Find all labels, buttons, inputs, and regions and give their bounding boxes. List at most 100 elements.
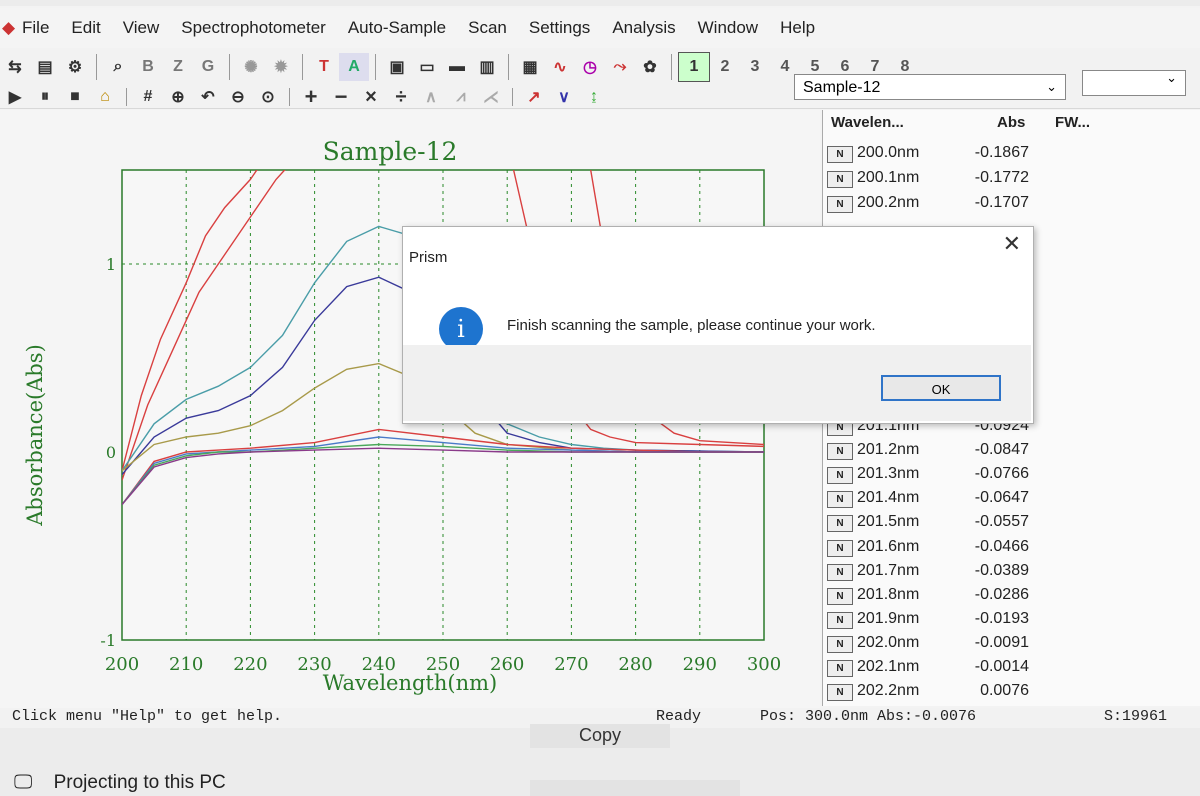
- table-row[interactable]: N 200.2nm -0.1707: [823, 192, 1200, 216]
- divide-icon[interactable]: ÷: [386, 86, 416, 108]
- text-T-icon[interactable]: T: [309, 53, 339, 81]
- partial-button[interactable]: [530, 780, 740, 796]
- printer-icon[interactable]: ▤: [30, 53, 60, 81]
- gain-icon[interactable]: G: [193, 53, 223, 81]
- channel-2[interactable]: 2: [710, 53, 740, 81]
- zero-icon[interactable]: Z: [163, 53, 193, 81]
- channel-label: 2: [720, 58, 730, 75]
- table-row[interactable]: N 201.3nm -0.0766: [823, 463, 1200, 487]
- home-icon[interactable]: ⌂: [90, 87, 120, 107]
- bulb-icon[interactable]: ✹: [266, 53, 296, 81]
- peak-pick-icon[interactable]: ⩘: [446, 87, 476, 107]
- menu-window[interactable]: Window: [698, 18, 758, 38]
- menu-view[interactable]: View: [123, 18, 160, 38]
- row-abs: -0.1867: [974, 144, 1029, 161]
- table-row[interactable]: N 201.6nm -0.0466: [823, 536, 1200, 560]
- label-icon[interactable]: ↨: [579, 87, 609, 107]
- zoom-icon[interactable]: ⌕: [103, 53, 133, 81]
- ok-button[interactable]: OK: [881, 375, 1001, 401]
- col-header-fw[interactable]: FW...: [1055, 114, 1090, 131]
- times-icon[interactable]: ×: [356, 86, 386, 108]
- dialog-message: Finish scanning the sample, please conti…: [507, 317, 876, 334]
- info-dialog: Prism ✕ i Finish scanning the sample, pl…: [402, 226, 1034, 424]
- toolbar-separator: [375, 54, 376, 80]
- status-serial: S:19961: [1104, 708, 1168, 725]
- plus-icon[interactable]: +: [296, 84, 326, 109]
- play-icon[interactable]: ▶: [0, 87, 30, 107]
- table-row[interactable]: N 201.9nm -0.0193: [823, 608, 1200, 632]
- channel-label: 3: [750, 58, 760, 75]
- lamp-icon[interactable]: ✺: [236, 53, 266, 81]
- gear-icon[interactable]: ✿: [635, 53, 665, 81]
- table-row[interactable]: N 202.2nm 0.0076: [823, 680, 1200, 704]
- undo-icon[interactable]: ↶: [193, 87, 223, 107]
- chart-icon[interactable]: ∿: [545, 53, 575, 81]
- menu-scan[interactable]: Scan: [468, 18, 507, 38]
- baseline-icon[interactable]: B: [133, 53, 163, 81]
- zoom-reset-icon[interactable]: ⊙: [253, 87, 283, 107]
- stop-icon[interactable]: ■: [60, 87, 90, 107]
- connect-icon[interactable]: ⇆: [0, 53, 30, 81]
- pause-icon[interactable]: ⏸: [30, 87, 60, 107]
- row-abs: -0.0766: [974, 465, 1029, 483]
- channel-3[interactable]: 3: [740, 53, 770, 81]
- sample-select[interactable]: Sample-12 ⌄: [794, 74, 1066, 100]
- peak-icon[interactable]: ∧: [416, 87, 446, 107]
- zoom-out-icon[interactable]: ⊖: [223, 87, 253, 107]
- row-abs: -0.0193: [974, 609, 1029, 627]
- table-row[interactable]: N 200.1nm -0.1772: [823, 167, 1200, 191]
- valley-mark-icon[interactable]: ∨: [549, 87, 579, 107]
- minus-icon[interactable]: −: [326, 84, 356, 109]
- copy-button[interactable]: Copy: [530, 724, 670, 748]
- table-row[interactable]: N 201.7nm -0.0389: [823, 560, 1200, 584]
- monitor-icon: 🖵: [14, 772, 33, 793]
- table-row[interactable]: N 201.2nm -0.0847: [823, 439, 1200, 463]
- toolbar-separator: [512, 88, 513, 106]
- valley-icon[interactable]: ⋌: [476, 87, 506, 107]
- hash-icon[interactable]: #: [133, 87, 163, 107]
- secondary-select[interactable]: ⌄: [1082, 70, 1186, 96]
- grid-icon[interactable]: ▦: [515, 53, 545, 81]
- x-tick-label: 280: [618, 654, 652, 675]
- open-icon[interactable]: ▭: [412, 53, 442, 81]
- folder-icon[interactable]: ▬: [442, 53, 472, 81]
- row-wavelength: 201.4nm: [857, 489, 920, 507]
- table-row[interactable]: N 200.0nm -0.1867: [823, 142, 1200, 166]
- menu-file[interactable]: File: [22, 18, 49, 38]
- row-abs: -0.1772: [974, 169, 1029, 186]
- projecting-item[interactable]: 🖵 Projecting to this PC: [14, 772, 226, 794]
- menu-analysis[interactable]: Analysis: [612, 18, 675, 38]
- menu-help[interactable]: Help: [780, 18, 815, 38]
- text-A-icon[interactable]: A: [339, 53, 369, 81]
- row-abs: -0.0389: [974, 561, 1029, 579]
- menu-spectrophotometer[interactable]: Spectrophotometer: [181, 18, 326, 38]
- table-row[interactable]: N 201.5nm -0.0557: [823, 511, 1200, 535]
- col-header-abs[interactable]: Abs: [997, 114, 1025, 131]
- close-icon[interactable]: ✕: [1003, 231, 1021, 257]
- toolbar-separator: [671, 54, 672, 80]
- channel-1[interactable]: 1: [678, 52, 710, 82]
- table-row[interactable]: N 201.4nm -0.0647: [823, 487, 1200, 511]
- x-tick-label: 290: [683, 654, 717, 675]
- row-wavelength: 201.8nm: [857, 585, 920, 603]
- tool-icon[interactable]: ⤳: [605, 53, 635, 81]
- menu-settings[interactable]: Settings: [529, 18, 590, 38]
- peak-mark-icon[interactable]: ↗: [519, 87, 549, 107]
- table-row[interactable]: N 202.0nm -0.0091: [823, 632, 1200, 656]
- channel-label: 1: [689, 58, 699, 75]
- table-row[interactable]: N 201.8nm -0.0286: [823, 584, 1200, 608]
- row-wavelength: 201.3nm: [857, 465, 920, 483]
- clock-icon[interactable]: ◷: [575, 53, 605, 81]
- row-abs: 0.0076: [980, 682, 1029, 700]
- save-icon[interactable]: ▣: [382, 53, 412, 81]
- menu-edit[interactable]: Edit: [71, 18, 100, 38]
- menu-auto-sample[interactable]: Auto-Sample: [348, 18, 446, 38]
- zoom-in-icon[interactable]: ⊕: [163, 87, 193, 107]
- row-wavelength: 200.0nm: [857, 144, 920, 161]
- row-abs: -0.0014: [974, 658, 1029, 675]
- instrument-icon[interactable]: ⚙: [60, 53, 90, 81]
- table-row[interactable]: N 202.1nm -0.0014: [823, 656, 1200, 680]
- print-icon[interactable]: ▥: [472, 53, 502, 81]
- col-header-wavelength[interactable]: Wavelen...: [831, 114, 904, 131]
- row-wavelength: 202.1nm: [857, 658, 920, 675]
